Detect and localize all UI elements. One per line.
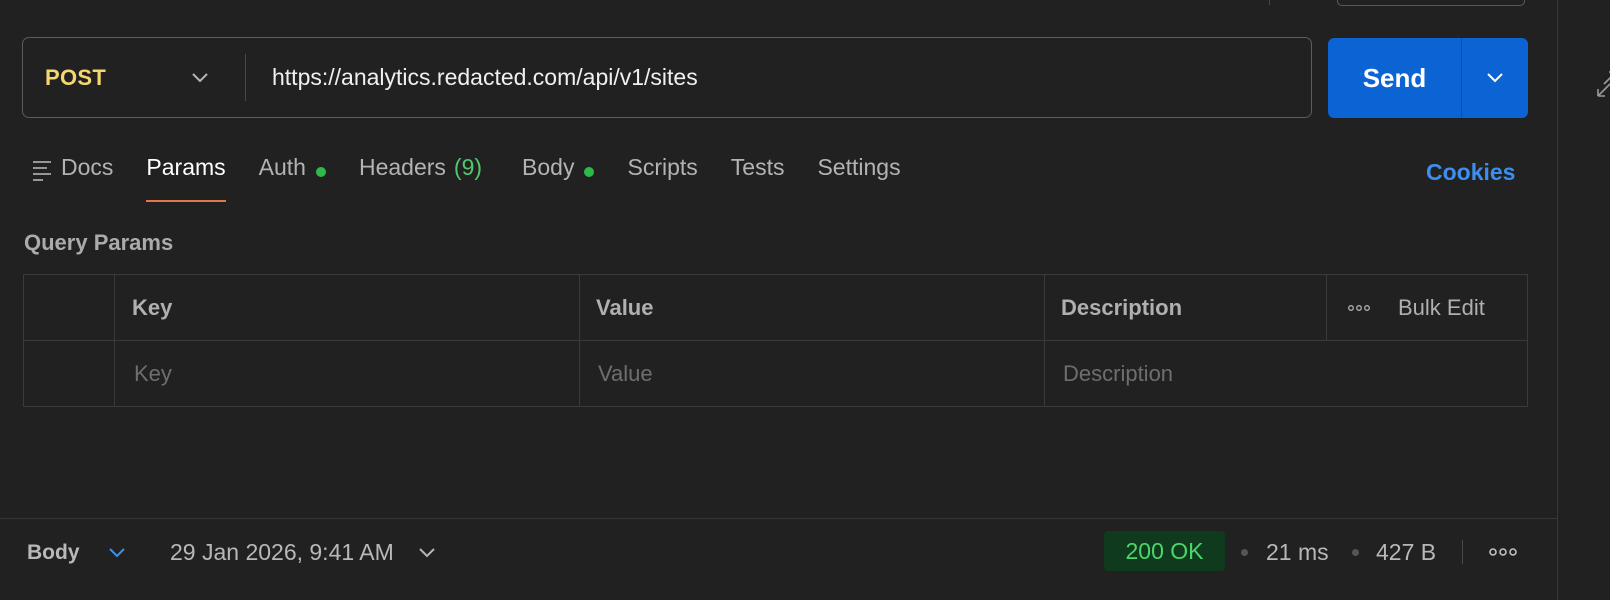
tab-label: Body <box>522 154 575 180</box>
tab-docs[interactable]: Docs <box>31 150 113 202</box>
send-button-group: Send <box>1328 38 1528 118</box>
more-options-icon[interactable] <box>1348 304 1370 312</box>
response-view-selector[interactable]: Body <box>27 541 126 565</box>
separator-dot <box>1352 549 1359 556</box>
tab-tests[interactable]: Tests <box>731 150 785 202</box>
column-divider[interactable] <box>1044 275 1045 340</box>
url-input[interactable]: https://analytics.redacted.com/api/v1/si… <box>246 38 1311 117</box>
column-divider <box>579 341 580 407</box>
response-bar: Body 29 Jan 2026, 9:41 AM 200 OK 21 ms 4… <box>0 518 1557 600</box>
docs-icon <box>33 161 51 181</box>
environment-selector[interactable] <box>1337 0 1525 6</box>
status-badge[interactable]: 200 OK <box>1104 531 1225 571</box>
table-header-row: Key Value Description Bulk Edit <box>24 275 1527 341</box>
request-editor: POST https://analytics.redacted.com/api/… <box>0 0 1610 600</box>
expand-icon[interactable] <box>1596 70 1610 98</box>
tab-settings[interactable]: Settings <box>817 150 900 202</box>
response-time[interactable]: 21 ms <box>1266 539 1329 566</box>
query-params-table: Key Value Description Bulk Edit Key Valu… <box>23 274 1528 407</box>
value-input[interactable]: Value <box>598 341 653 407</box>
key-input[interactable]: Key <box>134 341 172 407</box>
table-row: Key Value Description <box>24 341 1527 407</box>
method-label: POST <box>45 64 107 90</box>
bulk-edit-label: Bulk Edit <box>1398 294 1485 320</box>
bulk-edit-button[interactable]: Bulk Edit <box>1328 275 1485 340</box>
chevron-down-icon <box>419 547 435 557</box>
tab-label: Docs <box>61 154 114 180</box>
method-selector[interactable]: POST <box>23 38 245 117</box>
status-dot <box>315 167 326 177</box>
response-timestamp: 29 Jan 2026, 9:41 AM <box>170 539 394 565</box>
tab-label: Params <box>146 154 226 180</box>
chevron-down-icon <box>192 72 208 82</box>
column-divider <box>1326 275 1327 340</box>
toolbar-divider <box>1269 0 1270 5</box>
tab-params[interactable]: Params <box>146 150 226 202</box>
response-view-label: Body <box>27 541 80 564</box>
tab-headers[interactable]: Headers (9) <box>359 150 482 202</box>
tab-label: Headers <box>358 154 446 180</box>
more-options-icon[interactable] <box>1489 547 1517 557</box>
response-history-selector[interactable]: 29 Jan 2026, 9:41 AM <box>170 539 436 566</box>
column-divider <box>1044 341 1045 407</box>
chevron-down-icon <box>108 548 125 558</box>
description-input[interactable]: Description <box>1063 341 1173 407</box>
request-tabs: Docs Params Auth Headers (9) Body Script… <box>31 150 934 202</box>
tab-label: Tests <box>730 154 785 180</box>
tab-body[interactable]: Body <box>522 150 595 202</box>
tab-label: Settings <box>817 154 901 180</box>
tab-label: Auth <box>258 154 306 180</box>
column-header-value: Value <box>596 294 654 320</box>
column-divider[interactable] <box>579 275 580 340</box>
column-header-description: Description <box>1061 294 1183 320</box>
response-size[interactable]: 427 B <box>1376 539 1436 566</box>
cookies-link[interactable]: Cookies <box>1426 159 1515 186</box>
status-dot <box>584 167 595 177</box>
column-header-key: Key <box>132 294 173 320</box>
separator-dot <box>1241 549 1248 556</box>
column-divider <box>114 275 115 340</box>
tab-scripts[interactable]: Scripts <box>627 150 697 202</box>
section-title: Query Params <box>24 230 174 255</box>
tab-label: Scripts <box>627 154 698 180</box>
send-options-button[interactable] <box>1462 38 1528 118</box>
chevron-down-icon <box>1487 73 1503 83</box>
headers-count: (9) <box>453 154 483 180</box>
url-bar: POST https://analytics.redacted.com/api/… <box>22 37 1312 118</box>
tab-auth[interactable]: Auth <box>259 150 326 202</box>
bar-separator <box>1462 540 1463 564</box>
column-divider <box>114 341 115 407</box>
panel-divider[interactable] <box>1557 0 1558 600</box>
send-button[interactable]: Send <box>1328 38 1461 118</box>
